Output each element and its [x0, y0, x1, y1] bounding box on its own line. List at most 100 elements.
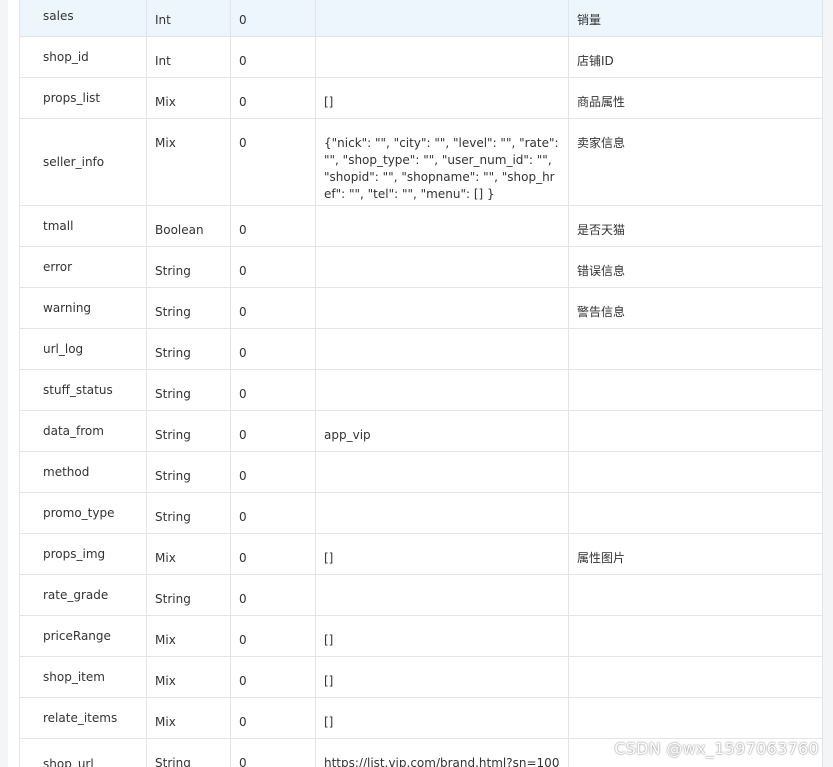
- field-default: 0: [230, 77, 316, 119]
- field-description: [568, 656, 823, 698]
- field-default: 0: [230, 118, 316, 206]
- table-row: shop_item Mix 0 []: [19, 656, 823, 698]
- field-default: 0: [230, 328, 316, 370]
- table-row: method String 0: [19, 451, 823, 493]
- field-type: String: [146, 492, 231, 534]
- field-type: String: [146, 451, 231, 493]
- field-description: 销量: [568, 0, 823, 37]
- field-example: []: [315, 656, 569, 698]
- field-default: 0: [230, 451, 316, 493]
- field-name: error: [19, 246, 147, 288]
- field-description: [568, 451, 823, 493]
- field-example: []: [315, 697, 569, 739]
- field-type: Int: [146, 0, 231, 37]
- field-type: String: [146, 246, 231, 288]
- field-name: stuff_status: [19, 369, 147, 411]
- field-description: 警告信息: [568, 287, 823, 329]
- table-row: seller_info Mix 0 {"nick": "", "city": "…: [19, 118, 823, 206]
- field-type: Boolean: [146, 205, 231, 247]
- field-default: 0: [230, 697, 316, 739]
- field-type: Mix: [146, 656, 231, 698]
- field-name: sales: [19, 0, 147, 37]
- field-example: [315, 287, 569, 329]
- table-row: url_log String 0: [19, 328, 823, 370]
- field-example: [315, 574, 569, 616]
- table-row: shop_id Int 0 店铺ID: [19, 36, 823, 78]
- field-description: [568, 492, 823, 534]
- field-name: relate_items: [19, 697, 147, 739]
- field-type: Mix: [146, 697, 231, 739]
- field-default: 0: [230, 410, 316, 452]
- table-row: props_img Mix 0 [] 属性图片: [19, 533, 823, 575]
- field-example: [315, 328, 569, 370]
- field-name: warning: [19, 287, 147, 329]
- api-response-table: sales Int 0 销量 shop_id Int 0 店铺ID props_…: [19, 0, 823, 767]
- field-description: [568, 574, 823, 616]
- field-default: 0: [230, 492, 316, 534]
- field-description: [568, 410, 823, 452]
- field-default: 0: [230, 36, 316, 78]
- field-example: [315, 0, 569, 37]
- field-example: []: [315, 615, 569, 657]
- field-example: []: [315, 77, 569, 119]
- field-name: shop_url: [19, 738, 147, 767]
- field-type: Mix: [146, 77, 231, 119]
- field-default: 0: [230, 287, 316, 329]
- field-example: [315, 36, 569, 78]
- field-example: [315, 205, 569, 247]
- field-example: {"nick": "", "city": "", "level": "", "r…: [315, 118, 569, 206]
- field-default: 0: [230, 0, 316, 37]
- table-row: sales Int 0 销量: [19, 0, 823, 37]
- table-row: data_from String 0 app_vip: [19, 410, 823, 452]
- field-type: Mix: [146, 615, 231, 657]
- field-name: method: [19, 451, 147, 493]
- field-default: 0: [230, 369, 316, 411]
- field-name: props_list: [19, 77, 147, 119]
- field-name: shop_id: [19, 36, 147, 78]
- field-example: [315, 246, 569, 288]
- table-row: priceRange Mix 0 []: [19, 615, 823, 657]
- field-description: [568, 369, 823, 411]
- field-type: Mix: [146, 533, 231, 575]
- field-name: props_img: [19, 533, 147, 575]
- table-row: warning String 0 警告信息: [19, 287, 823, 329]
- field-description: [568, 615, 823, 657]
- field-name: rate_grade: [19, 574, 147, 616]
- page: sales Int 0 销量 shop_id Int 0 店铺ID props_…: [0, 0, 833, 767]
- table-row: relate_items Mix 0 []: [19, 697, 823, 739]
- field-default: 0: [230, 246, 316, 288]
- field-type: String: [146, 738, 231, 767]
- field-description: 错误信息: [568, 246, 823, 288]
- field-default: 0: [230, 533, 316, 575]
- field-description: 店铺ID: [568, 36, 823, 78]
- field-type: String: [146, 369, 231, 411]
- field-description: 卖家信息: [568, 118, 823, 206]
- field-description: [568, 328, 823, 370]
- field-default: 0: [230, 656, 316, 698]
- field-example: [315, 451, 569, 493]
- field-type: String: [146, 328, 231, 370]
- field-example: []: [315, 533, 569, 575]
- csdn-watermark: CSDN @wx_1597063760: [614, 739, 819, 758]
- field-description: 是否天猫: [568, 205, 823, 247]
- field-default: 0: [230, 574, 316, 616]
- table-row: stuff_status String 0: [19, 369, 823, 411]
- field-name: priceRange: [19, 615, 147, 657]
- right-gutter: [823, 0, 833, 767]
- field-description: 属性图片: [568, 533, 823, 575]
- table-row: props_list Mix 0 [] 商品属性: [19, 77, 823, 119]
- table-row: tmall Boolean 0 是否天猫: [19, 205, 823, 247]
- field-default: 0: [230, 615, 316, 657]
- field-example: app_vip: [315, 410, 569, 452]
- field-name: url_log: [19, 328, 147, 370]
- field-example: [315, 369, 569, 411]
- table-row: rate_grade String 0: [19, 574, 823, 616]
- field-default: 0: [230, 738, 316, 767]
- field-name: shop_item: [19, 656, 147, 698]
- field-description: [568, 697, 823, 739]
- field-name: tmall: [19, 205, 147, 247]
- field-example[interactable]: https://list.vip.com/brand.html?sn=10020…: [315, 738, 569, 767]
- left-gutter: [0, 0, 8, 767]
- field-name: seller_info: [19, 118, 147, 206]
- field-type: String: [146, 410, 231, 452]
